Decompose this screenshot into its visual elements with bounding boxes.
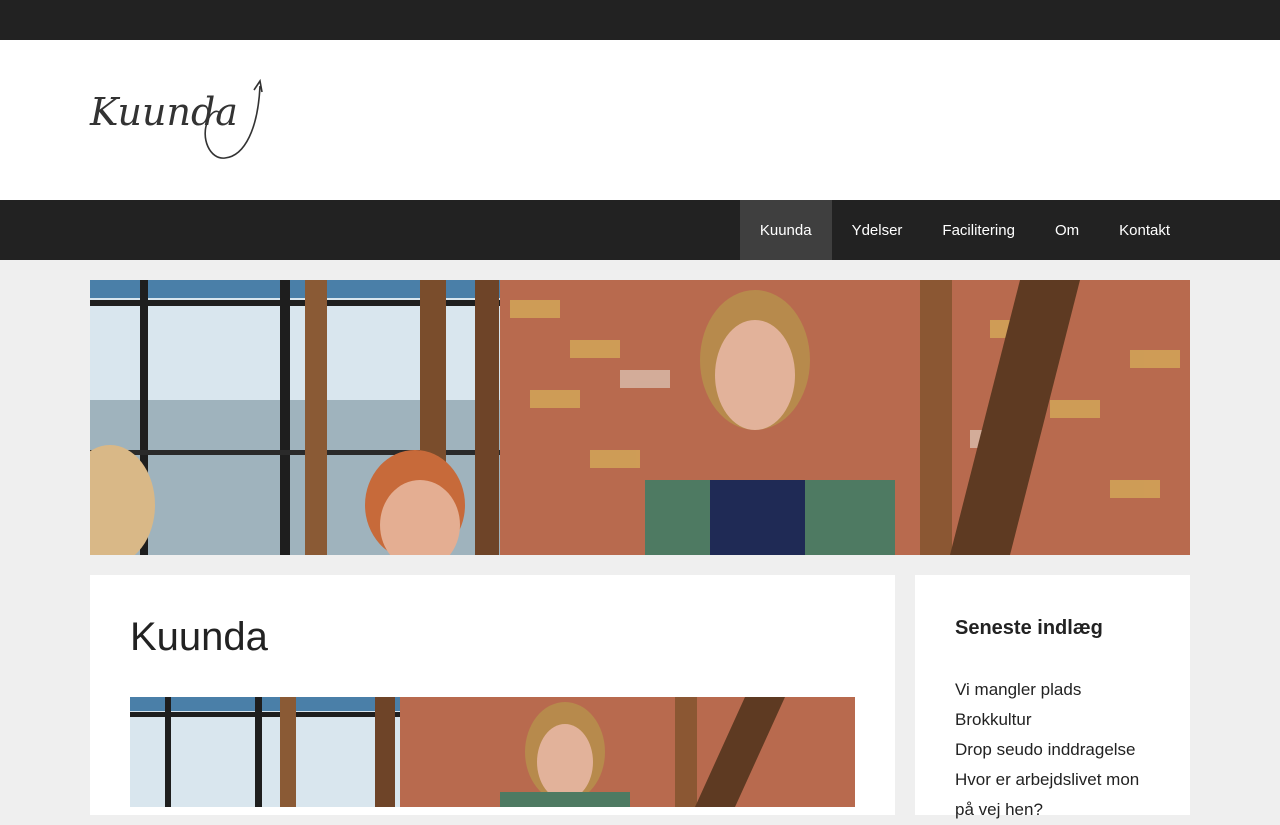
recent-post-link[interactable]: Brokkultur bbox=[955, 705, 1155, 735]
nav-menu: Kuunda Ydelser Facilitering Om Kontakt bbox=[739, 200, 1190, 260]
hero-image bbox=[90, 280, 1190, 555]
recent-post-link[interactable]: Vi mangler plads bbox=[955, 675, 1155, 705]
nav-item-kuunda[interactable]: Kuunda bbox=[739, 200, 832, 260]
page-title: Kuunda bbox=[130, 615, 268, 659]
top-bar bbox=[0, 0, 1280, 40]
content-photo bbox=[130, 697, 855, 807]
nav-item-om[interactable]: Om bbox=[1035, 200, 1099, 260]
main-navigation: Kuunda Ydelser Facilitering Om Kontakt bbox=[0, 200, 1280, 260]
nav-item-facilitering[interactable]: Facilitering bbox=[922, 200, 1035, 260]
sidebar: Seneste indlæg Vi mangler plads Brokkult… bbox=[915, 575, 1190, 819]
recent-posts-title: Seneste indlæg bbox=[955, 617, 1103, 639]
nav-item-kontakt[interactable]: Kontakt bbox=[1099, 200, 1190, 260]
site-header: Kuunda bbox=[0, 40, 1280, 200]
recent-post-link[interactable]: Drop seudo inddragelse bbox=[955, 735, 1155, 765]
content-image bbox=[130, 697, 855, 807]
site-logo[interactable]: Kuunda bbox=[90, 78, 265, 163]
logo-text: Kuunda bbox=[90, 90, 238, 134]
nav-item-ydelser[interactable]: Ydelser bbox=[832, 200, 923, 260]
hero-photo bbox=[90, 280, 1190, 555]
recent-post-link[interactable]: Hvor er arbejdslivet mon på vej hen? bbox=[955, 765, 1155, 825]
main-content: Kuunda bbox=[90, 575, 895, 815]
recent-posts-list: Vi mangler plads Brokkultur Drop seudo i… bbox=[955, 675, 1155, 825]
